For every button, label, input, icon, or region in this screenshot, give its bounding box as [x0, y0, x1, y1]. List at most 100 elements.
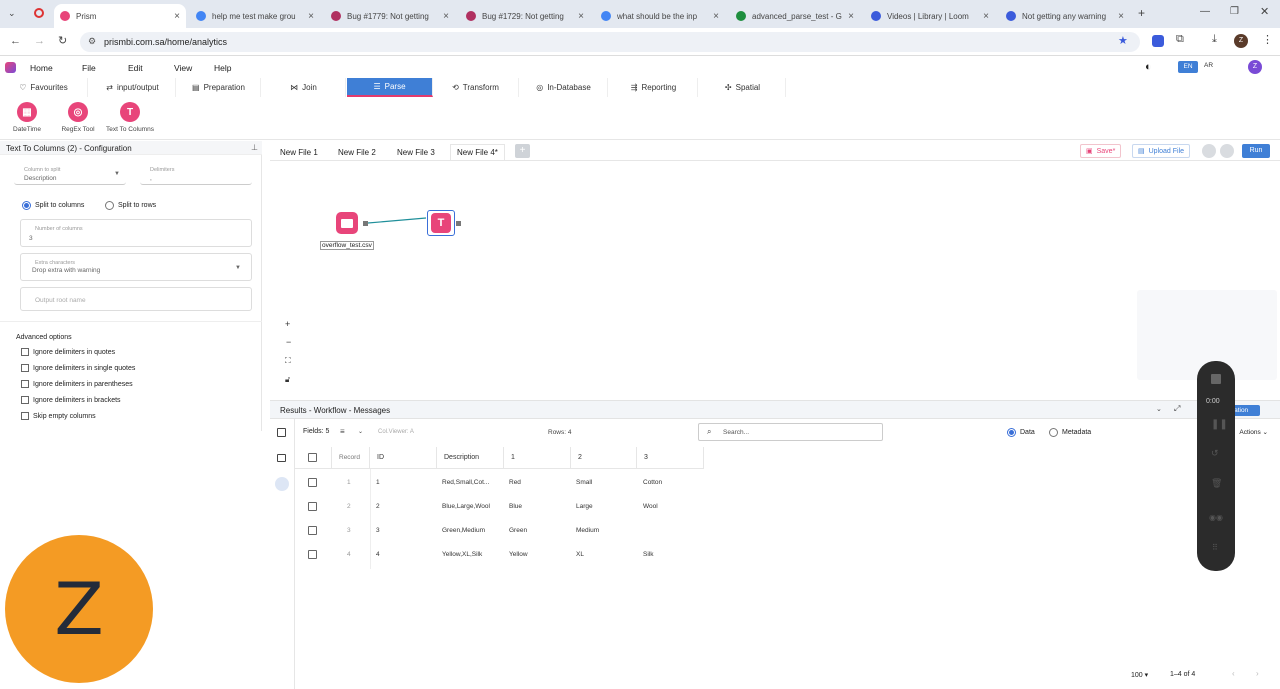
ribbon-tab[interactable]: ◎ In-Database — [520, 78, 608, 97]
expand-icon[interactable]: ⤢ — [1174, 404, 1180, 414]
redo-icon[interactable] — [1220, 144, 1234, 158]
row-checkbox[interactable] — [308, 478, 317, 487]
menu-view[interactable]: View — [174, 63, 192, 73]
pin-icon[interactable]: ⊥ — [251, 143, 258, 152]
results-side-icon-3[interactable] — [275, 477, 289, 491]
file-tab[interactable]: New File 2 — [332, 144, 382, 160]
tab-close-icon[interactable]: × — [977, 11, 989, 22]
camera-toggle-icon[interactable]: ◉◉ — [1209, 513, 1223, 522]
browser-tab[interactable]: Bug #1779: Not getting × — [325, 4, 455, 28]
column-header[interactable]: Record — [332, 447, 370, 469]
search-input[interactable]: ⌕ Search... — [698, 423, 883, 441]
column-viewer[interactable]: Col.Viewer: A — [378, 429, 414, 435]
ribbon-tab[interactable]: ⟲ Transform — [433, 78, 519, 97]
collapse-icon[interactable]: ⌄ — [1156, 405, 1162, 413]
forward-icon[interactable]: → — [34, 35, 45, 47]
browser-profile-avatar[interactable]: Z — [1234, 34, 1248, 48]
tab-close-icon[interactable]: × — [1112, 11, 1124, 22]
column-to-split-select[interactable]: Column to split Description ▼ — [14, 163, 126, 185]
column-header[interactable]: 1 — [504, 447, 571, 469]
recording-icon[interactable] — [34, 8, 44, 18]
page-size-select[interactable]: 100 ▾ — [1131, 671, 1148, 679]
checkbox-box[interactable] — [21, 396, 29, 404]
puzzle-icon[interactable]: ⧉ — [1176, 33, 1184, 46]
connector-out-anchor-2[interactable] — [456, 221, 461, 226]
ribbon-tab[interactable]: ⇶ Reporting — [610, 78, 698, 97]
browser-tab[interactable]: advanced_parse_test - G × — [730, 4, 860, 28]
browser-tab[interactable]: Not getting any warning × — [1000, 4, 1130, 28]
browser-tab[interactable]: Bug #1729: Not getting × — [460, 4, 590, 28]
tool-button[interactable]: T Text To Columns — [105, 102, 155, 133]
browser-tab[interactable]: Videos | Library | Loom × — [865, 4, 995, 28]
menu-file[interactable]: File — [82, 63, 96, 73]
save-button[interactable]: ▣ Save* — [1080, 144, 1122, 158]
user-avatar[interactable]: Z — [1248, 60, 1262, 74]
address-bar[interactable]: ⚙ prismbi.com.sa/home/analytics ★ — [80, 32, 1140, 52]
reload-icon[interactable]: ↻ — [58, 34, 67, 47]
zoom-out-button[interactable]: − — [286, 337, 291, 347]
webcam-avatar[interactable]: Z — [5, 535, 153, 683]
drag-handle-icon[interactable]: ⠿ — [1212, 543, 1218, 552]
input-data-node[interactable] — [336, 212, 358, 234]
workflow-canvas[interactable]: overflow_test.csv T + − ⛶ 🔓︎ — [270, 162, 1280, 400]
extension-icon[interactable] — [1152, 35, 1164, 47]
file-tab[interactable]: New File 3 — [391, 144, 441, 160]
tab-search-icon[interactable]: ⌄ — [8, 8, 16, 19]
menu-help[interactable]: Help — [214, 63, 231, 73]
back-icon[interactable]: ← — [10, 35, 21, 47]
dark-mode-icon[interactable]: ◐ — [1145, 61, 1152, 73]
advanced-option-checkbox[interactable]: Ignore delimiters in quotes — [21, 348, 115, 356]
ribbon-tab[interactable]: ⋈ Join — [262, 78, 346, 97]
ribbon-tab[interactable]: ♡ Favourites — [0, 78, 88, 97]
ribbon-tab[interactable]: ⇄ input/output — [90, 78, 176, 97]
filter-chevron-icon[interactable]: ⌄ — [358, 428, 363, 435]
tool-button[interactable]: ▦ DateTime — [2, 102, 52, 133]
download-icon[interactable]: ⤓ — [1212, 33, 1217, 46]
lang-ar-button[interactable]: AR — [1204, 62, 1213, 69]
filter-icon[interactable]: ≡ — [340, 427, 345, 436]
results-side-icon-1[interactable] — [277, 428, 286, 437]
number-of-columns-field[interactable]: Number of columns 3 — [20, 219, 252, 247]
tab-close-icon[interactable]: × — [437, 11, 449, 22]
checkbox-box[interactable] — [21, 364, 29, 372]
delimiters-field[interactable]: Delimiters , — [140, 163, 252, 185]
site-info-icon[interactable]: ⚙ — [88, 36, 96, 47]
next-page-icon[interactable]: › — [1256, 669, 1259, 678]
trash-icon[interactable]: 🗑︎ — [1211, 478, 1222, 489]
ribbon-tab[interactable]: ▤ Preparation — [177, 78, 261, 97]
zoom-in-button[interactable]: + — [285, 319, 290, 329]
restart-icon[interactable]: ↺ — [1211, 448, 1219, 459]
select-all-checkbox[interactable] — [308, 453, 317, 462]
row-checkbox[interactable] — [308, 526, 317, 535]
metadata-radio[interactable]: Metadata — [1049, 428, 1091, 437]
tab-close-icon[interactable]: × — [302, 11, 314, 22]
close-window-icon[interactable]: ✕ — [1260, 5, 1269, 18]
bookmark-star-icon[interactable]: ★ — [1118, 34, 1128, 47]
advanced-option-checkbox[interactable]: Ignore delimiters in single quotes — [21, 364, 135, 372]
row-checkbox[interactable] — [308, 550, 317, 559]
ribbon-tab[interactable]: ☰ Parse — [347, 78, 433, 97]
browser-tab[interactable]: help me test make grou × — [190, 4, 320, 28]
stop-record-icon[interactable] — [1211, 374, 1221, 384]
checkbox-box[interactable] — [21, 348, 29, 356]
column-header[interactable]: 3 — [637, 447, 704, 469]
column-header[interactable]: 2 — [571, 447, 637, 469]
undo-icon[interactable] — [1202, 144, 1216, 158]
checkbox-box[interactable] — [21, 412, 29, 420]
file-tab[interactable]: New File 1 — [274, 144, 324, 160]
text-to-columns-node[interactable]: T — [427, 210, 455, 236]
advanced-option-checkbox[interactable]: Ignore delimiters in brackets — [21, 396, 121, 404]
advanced-option-checkbox[interactable]: Skip empty columns — [21, 412, 96, 420]
prev-page-icon[interactable]: ‹ — [1232, 669, 1235, 678]
tab-close-icon[interactable]: × — [707, 11, 719, 22]
tab-close-icon[interactable]: × — [842, 11, 854, 22]
add-file-tab-button[interactable]: + — [515, 144, 530, 158]
pause-icon[interactable]: ❚❚ — [1211, 419, 1228, 430]
url-text[interactable]: prismbi.com.sa/home/analytics — [104, 37, 227, 47]
minimize-icon[interactable]: — — [1200, 6, 1210, 17]
new-tab-icon[interactable]: + — [1138, 6, 1145, 20]
lock-icon[interactable]: 🔓︎ — [285, 375, 290, 385]
checkbox-box[interactable] — [21, 380, 29, 388]
restore-icon[interactable]: ❐ — [1230, 6, 1239, 17]
run-button[interactable]: Run — [1242, 144, 1270, 158]
